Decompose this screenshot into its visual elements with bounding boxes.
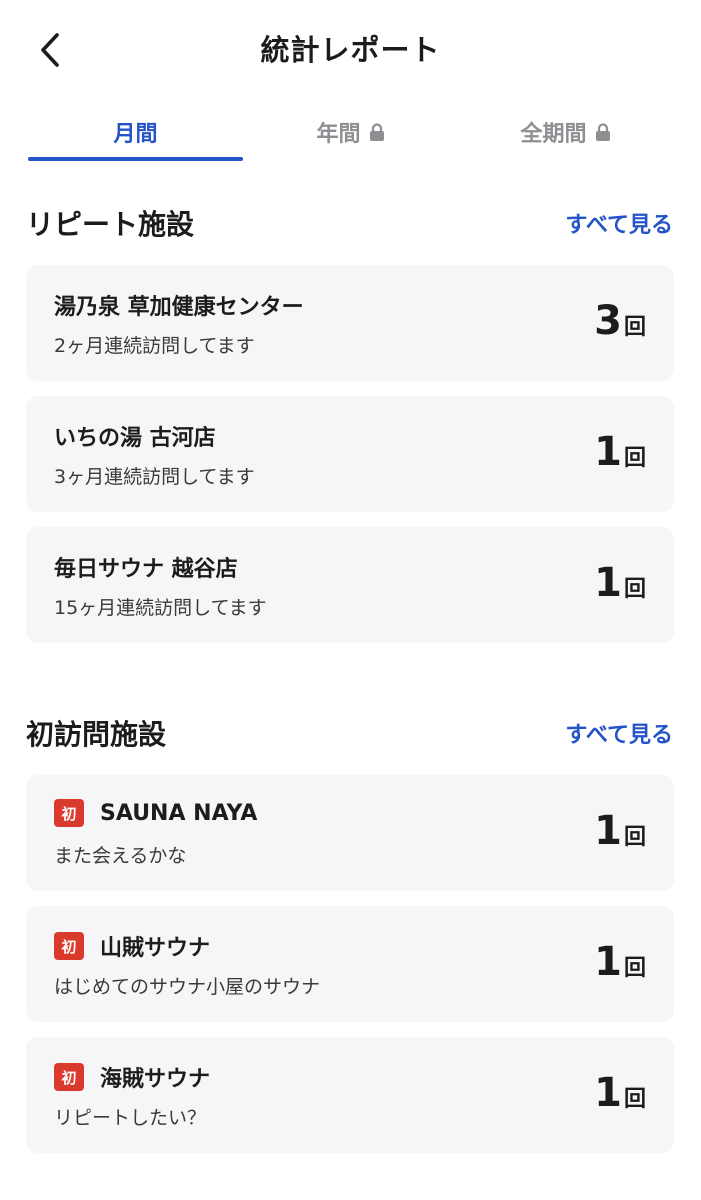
visit-count: 1 回 [594,426,646,478]
facility-name-row: 初 SAUNA NAYA [54,799,257,827]
page-title: 統計レポート [260,33,441,67]
visit-count-unit: 回 [623,1087,646,1112]
lock-icon [369,122,385,142]
facility-name: いちの湯 古河店 [54,426,216,451]
facility-card[interactable]: 初 山賊サウナ はじめてのサウナ小屋のサウナ 1 回 [26,906,674,1022]
facility-name: 海賊サウナ [100,1067,211,1092]
visit-count-number: 1 [594,560,622,606]
active-tab-indicator [28,157,243,161]
visit-count: 3 回 [594,295,646,347]
tab-yearly[interactable]: 年間 [243,100,458,164]
facility-card[interactable]: 湯乃泉 草加健康センター 2ヶ月連続訪問してます 3 回 [26,265,674,381]
facility-card[interactable]: 毎日サウナ 越谷店 15ヶ月連続訪問してます 1 回 [26,527,674,643]
visit-count-number: 1 [594,939,622,985]
facility-name: 毎日サウナ 越谷店 [54,557,238,582]
section-title: 初訪問施設 [26,718,167,751]
facility-name: 山賊サウナ [100,936,211,961]
tab-label: 全期間 [520,122,587,147]
facility-note: リピートしたい？ [54,1107,207,1129]
visit-count-number: 1 [594,808,622,854]
visit-count-unit: 回 [623,956,646,981]
facility-card[interactable]: 初 SAUNA NAYA また会えるかな 1 回 [26,775,674,891]
repeat-section-header: リピート施設 すべて見る [26,201,673,245]
visit-count: 1 回 [594,805,646,857]
facility-note: 15ヶ月連続訪問してます [54,597,267,619]
facility-note: 3ヶ月連続訪問してます [54,466,255,488]
tab-label: 年間 [316,122,361,147]
visit-count-number: 1 [594,1070,622,1116]
facility-card[interactable]: 初 海賊サウナ リピートしたい？ 1 回 [26,1037,674,1153]
visit-count-unit: 回 [623,577,646,602]
tab-all-time[interactable]: 全期間 [458,100,673,164]
facility-note: 2ヶ月連続訪問してます [54,335,255,357]
period-tabs: 月間 年間 全期間 [0,100,701,164]
visit-count-number: 3 [594,298,622,344]
first-visit-badge: 初 [54,1063,84,1091]
facility-name: 湯乃泉 草加健康センター [54,295,304,320]
facility-name-row: 初 海賊サウナ [54,1061,210,1093]
visit-count: 1 回 [594,557,646,609]
visit-count-number: 1 [594,429,622,475]
app-header: 統計レポート [0,0,701,100]
section-title: リピート施設 [26,208,195,241]
first-visit-badge: 初 [54,799,84,827]
facility-name-row: 初 山賊サウナ [54,930,210,962]
see-all-link[interactable]: すべて見る [565,717,673,749]
tab-monthly[interactable]: 月間 [28,100,243,164]
lock-icon [595,122,611,142]
visit-count: 1 回 [594,1067,646,1119]
first-visit-badge: 初 [54,932,84,960]
facility-note: はじめてのサウナ小屋のサウナ [54,976,321,998]
visit-count: 1 回 [594,936,646,988]
visit-count-unit: 回 [623,446,646,471]
facility-note: また会えるかな [54,845,187,867]
facility-name: SAUNA NAYA [100,800,258,826]
facility-card[interactable]: いちの湯 古河店 3ヶ月連続訪問してます 1 回 [26,396,674,512]
visit-count-unit: 回 [623,315,646,340]
tab-label: 月間 [113,122,158,147]
first-visit-section-header: 初訪問施設 すべて見る [26,711,673,755]
see-all-link[interactable]: すべて見る [565,207,673,239]
visit-count-unit: 回 [623,825,646,850]
